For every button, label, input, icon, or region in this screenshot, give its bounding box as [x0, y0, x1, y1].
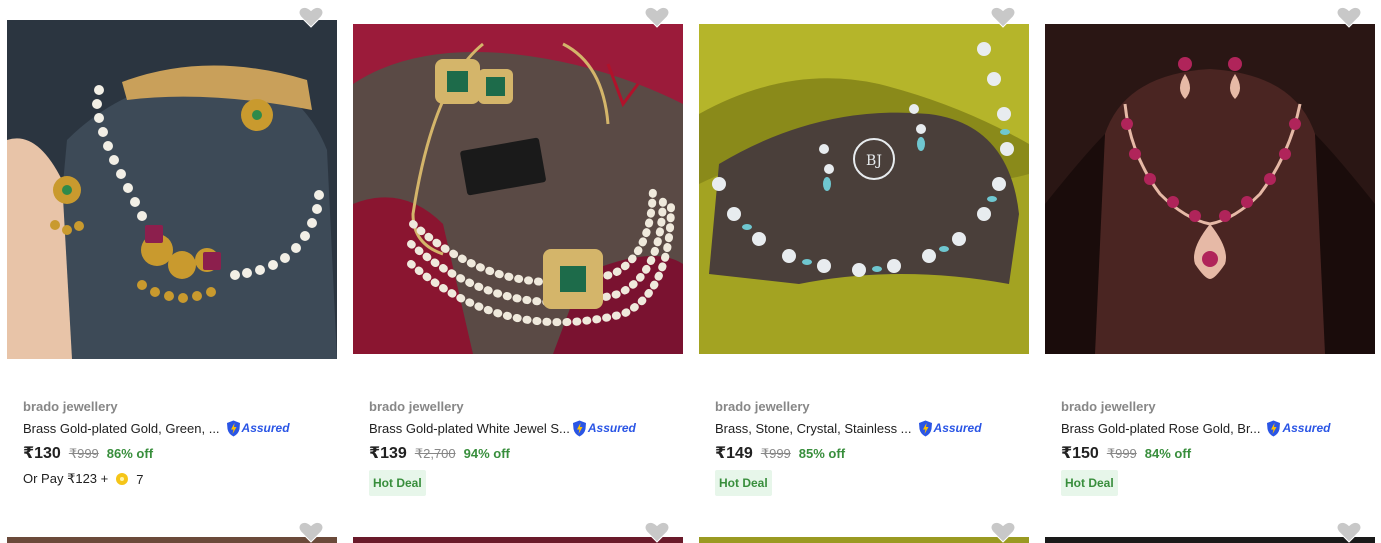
svg-text:BJ: BJ	[866, 153, 882, 169]
product-card[interactable]: brado jewellery Brass Gold-plated White …	[346, 0, 692, 520]
selling-price: ₹139	[369, 445, 407, 462]
heart-icon[interactable]	[990, 521, 1016, 543]
heart-icon[interactable]	[644, 6, 670, 28]
assured-badge: Assured	[918, 420, 982, 437]
heart-icon[interactable]	[1336, 6, 1362, 28]
assured-shield-icon	[226, 420, 240, 436]
product-image[interactable]	[1045, 24, 1375, 354]
title-row: Brass Gold-plated Gold, Green, ... Assur…	[23, 418, 290, 438]
original-price: ₹999	[68, 446, 99, 461]
heart-icon[interactable]	[990, 6, 1016, 28]
discount-label: 85% off	[798, 446, 846, 461]
product-title[interactable]: Brass, Stone, Crystal, Stainless ...	[715, 421, 912, 436]
assured-label: Assured	[587, 421, 636, 435]
title-row: Brass Gold-plated White Jewel S... Assur…	[369, 418, 636, 438]
assured-label: Assured	[241, 421, 290, 435]
assured-shield-icon	[572, 420, 586, 436]
assured-shield-icon	[1267, 420, 1281, 436]
hot-deal-badge: Hot Deal	[715, 470, 772, 496]
brand-name: brado jewellery	[1061, 399, 1156, 414]
discount-label: 84% off	[1144, 446, 1192, 461]
next-row-image[interactable]	[699, 537, 1029, 543]
brand-name: brado jewellery	[23, 399, 118, 414]
selling-price: ₹130	[23, 445, 61, 462]
original-price: ₹999	[1106, 446, 1137, 461]
product-image[interactable]: BJ	[699, 24, 1029, 354]
assured-badge: Assured	[226, 420, 290, 437]
selling-price: ₹150	[1061, 445, 1099, 462]
heart-icon[interactable]	[1336, 521, 1362, 543]
product-card[interactable]: BJ brado jewellery Brass, Stone, Crystal…	[692, 0, 1038, 520]
assured-label: Assured	[1282, 421, 1331, 435]
product-image[interactable]	[353, 24, 683, 354]
coin-count: 7	[136, 471, 144, 487]
heart-icon[interactable]	[644, 521, 670, 543]
assured-badge: Assured	[1266, 420, 1330, 437]
next-row-image[interactable]	[1045, 537, 1375, 543]
product-title[interactable]: Brass Gold-plated Rose Gold, Br...	[1061, 421, 1260, 436]
hot-deal-badge: Hot Deal	[369, 470, 426, 496]
hot-deal-badge: Hot Deal	[1061, 470, 1118, 496]
product-grid: brado jewellery Brass Gold-plated Gold, …	[0, 0, 1381, 543]
next-row-image[interactable]	[7, 537, 337, 543]
brand-name: brado jewellery	[715, 399, 810, 414]
price-row: ₹139 ₹2,700 94% off	[369, 443, 510, 463]
heart-icon[interactable]	[298, 521, 324, 543]
original-price: ₹2,700	[414, 446, 456, 461]
pay-text: Or Pay ₹123 +	[23, 471, 109, 486]
discount-label: 86% off	[106, 446, 154, 461]
discount-label: 94% off	[463, 446, 510, 461]
brand-name: brado jewellery	[369, 399, 464, 414]
product-card[interactable]: brado jewellery Brass Gold-plated Gold, …	[0, 0, 346, 520]
heart-icon[interactable]	[298, 6, 324, 28]
product-card[interactable]: brado jewellery Brass Gold-plated Rose G…	[1038, 0, 1381, 520]
product-title[interactable]: Brass Gold-plated Gold, Green, ...	[23, 421, 220, 436]
supercoin-offer: Or Pay ₹123 + 7	[23, 471, 143, 487]
price-row: ₹130 ₹999 86% off	[23, 443, 153, 463]
assured-label: Assured	[933, 421, 982, 435]
price-row: ₹149 ₹999 85% off	[715, 443, 845, 463]
next-row-image[interactable]	[353, 537, 683, 543]
assured-shield-icon	[918, 420, 932, 436]
supercoin-icon	[116, 473, 129, 485]
selling-price: ₹149	[715, 445, 753, 462]
title-row: Brass, Stone, Crystal, Stainless ... Ass…	[715, 418, 982, 438]
assured-badge: Assured	[572, 420, 636, 437]
original-price: ₹999	[760, 446, 791, 461]
price-row: ₹150 ₹999 84% off	[1061, 443, 1191, 463]
product-image[interactable]	[7, 20, 337, 359]
title-row: Brass Gold-plated Rose Gold, Br... Assur…	[1061, 418, 1330, 438]
product-title[interactable]: Brass Gold-plated White Jewel S...	[369, 421, 570, 436]
